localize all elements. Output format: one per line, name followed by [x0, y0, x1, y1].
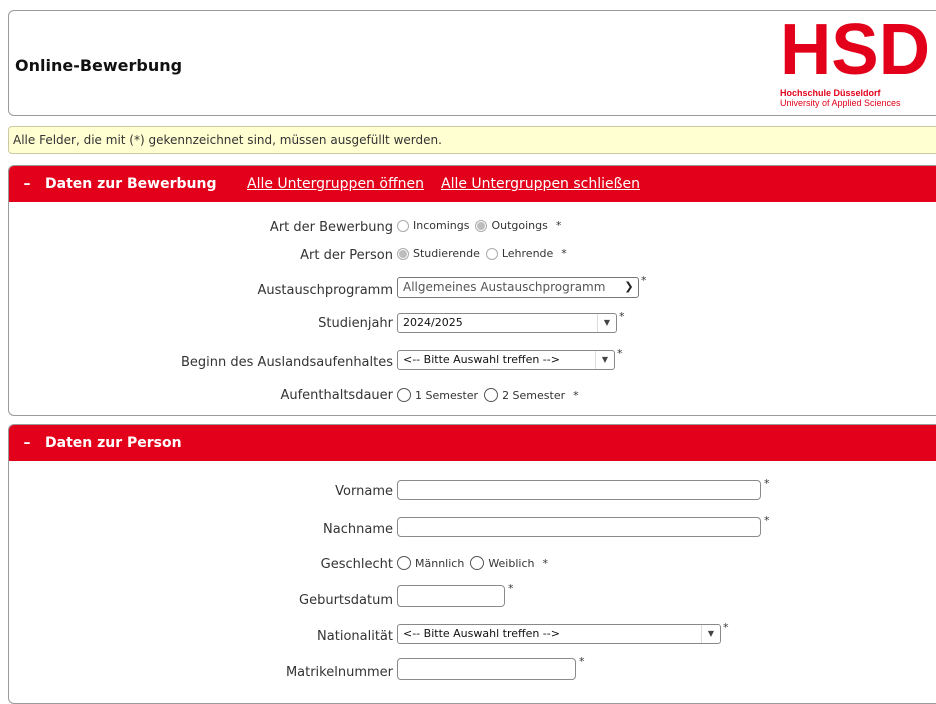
label-beginn: Beginn des Auslandsaufenhaltes [181, 355, 393, 370]
logo-line2: University of Applied Sciences [780, 98, 901, 108]
radio-label-outgoings: Outgoings [491, 219, 548, 232]
label-vorname: Vorname [335, 484, 393, 499]
required-marker: * [555, 219, 562, 232]
radio-lehrende[interactable] [485, 247, 498, 260]
input-geburtsdatum[interactable] [397, 585, 505, 607]
required-marker: * [723, 621, 729, 634]
chevron-down-icon: ▼ [595, 351, 614, 369]
label-studienjahr: Studienjahr [318, 316, 393, 331]
radio-label-weiblich: Weiblich [488, 556, 535, 570]
label-nationalitaet: Nationalität [317, 629, 393, 644]
radio-group-art-person: Studierende Lehrende * [397, 247, 567, 260]
required-marker: * [579, 655, 585, 668]
label-nachname: Nachname [323, 522, 393, 537]
label-geburtsdatum: Geburtsdatum [299, 593, 393, 608]
section-title: Daten zur Bewerbung [45, 176, 217, 192]
section-person: – Daten zur Person Vorname * Nachname * … [8, 424, 936, 704]
radio-maennlich[interactable] [397, 556, 411, 570]
radio-label-maennlich: Männlich [415, 556, 465, 570]
radio-studierende[interactable] [397, 247, 409, 260]
select-studienjahr[interactable]: 2024/2025 ▼ [397, 313, 617, 333]
radio-group-dauer: 1 Semester 2 Semester * [397, 388, 579, 402]
required-marker: * [617, 347, 623, 360]
radio-label-incomings: Incomings [413, 219, 470, 232]
label-aufenthaltsdauer: Aufenthaltsdauer [280, 388, 393, 403]
chevron-down-icon: ▼ [701, 625, 720, 643]
collapse-toggle[interactable]: – [17, 425, 37, 461]
select-nationalitaet[interactable]: <-- Bitte Auswahl treffen --> ▼ [397, 624, 721, 644]
label-austauschprogramm: Austauschprogramm [257, 283, 393, 298]
chevron-down-icon: ▼ [597, 314, 616, 332]
input-vorname[interactable] [397, 480, 761, 500]
select-value: <-- Bitte Auswahl treffen --> [403, 627, 560, 640]
required-marker: * [641, 274, 647, 287]
select-austauschprogramm[interactable]: Allgemeines Austauschprogramm ❯ [397, 277, 639, 298]
required-marker: * [561, 247, 567, 260]
section-header-bewerbung: – Daten zur Bewerbung Alle Untergruppen … [9, 166, 936, 202]
logo-text: HSD [780, 16, 930, 86]
required-marker: * [508, 582, 514, 595]
required-notice: Alle Felder, die mit (*) gekennzeichnet … [8, 126, 936, 154]
open-all-link[interactable]: Alle Untergruppen öffnen [247, 166, 424, 202]
radio-1-semester[interactable] [397, 388, 411, 402]
hsd-logo: HSD [780, 16, 930, 86]
required-marker: * [619, 310, 625, 323]
logo-line1: Hochschule Düsseldorf [780, 88, 881, 98]
radio-label-studierende: Studierende [413, 247, 480, 260]
select-beginn[interactable]: <-- Bitte Auswahl treffen --> ▼ [397, 350, 615, 370]
section-bewerbung: – Daten zur Bewerbung Alle Untergruppen … [8, 165, 936, 416]
label-geschlecht: Geschlecht [320, 557, 393, 572]
select-value: 2024/2025 [403, 316, 463, 329]
required-marker: * [542, 556, 548, 570]
radio-group-geschlecht: Männlich Weiblich * [397, 556, 548, 570]
chevron-down-icon: ❯ [624, 280, 634, 293]
required-marker: * [573, 388, 579, 402]
radio-group-art-bewerbung: Incomings Outgoings * [397, 219, 561, 232]
radio-label-lehrende: Lehrende [501, 247, 554, 260]
label-art-person: Art der Person [300, 248, 393, 263]
select-value: Allgemeines Austauschprogramm [403, 280, 606, 294]
required-marker: * [764, 514, 770, 527]
label-art-bewerbung: Art der Bewerbung [269, 220, 393, 235]
label-matrikelnummer: Matrikelnummer [285, 665, 393, 680]
radio-outgoings[interactable] [475, 219, 488, 232]
page-title: Online-Bewerbung [15, 56, 183, 75]
section-title: Daten zur Person [45, 435, 182, 451]
section-header-person: – Daten zur Person [9, 425, 936, 461]
input-matrikelnummer[interactable] [397, 658, 576, 680]
radio-2-semester[interactable] [484, 388, 499, 402]
select-value: <-- Bitte Auswahl treffen --> [403, 353, 560, 366]
input-nachname[interactable] [397, 517, 761, 537]
radio-label-1-semester: 1 Semester [415, 388, 479, 402]
radio-weiblich[interactable] [470, 556, 485, 570]
required-marker: * [764, 477, 770, 490]
close-all-link[interactable]: Alle Untergruppen schließen [441, 166, 640, 202]
radio-label-2-semester: 2 Semester [502, 388, 566, 402]
collapse-toggle[interactable]: – [17, 166, 37, 202]
radio-incomings[interactable] [397, 219, 409, 232]
